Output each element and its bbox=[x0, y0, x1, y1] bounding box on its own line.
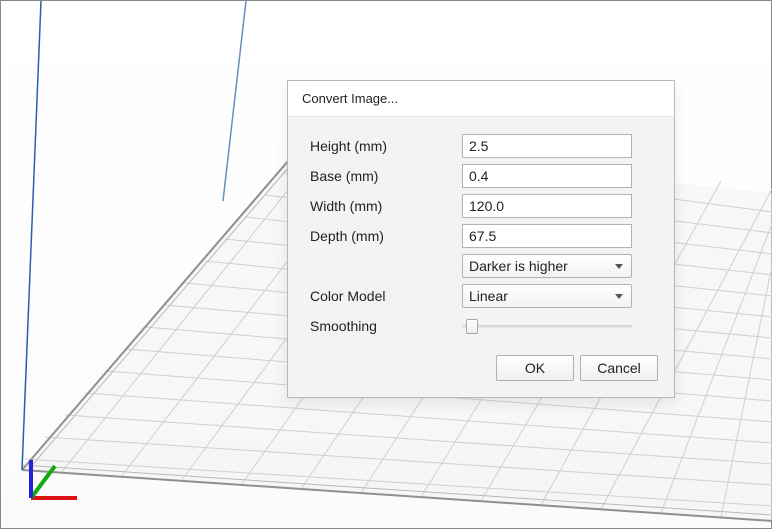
dialog-titlebar[interactable]: Convert Image... bbox=[288, 81, 674, 117]
row-depth: Depth (mm) bbox=[310, 221, 658, 251]
chevron-down-icon bbox=[615, 294, 623, 299]
slider-track bbox=[462, 325, 632, 328]
row-mapping: Darker is higher bbox=[310, 251, 658, 281]
slider-thumb[interactable] bbox=[466, 319, 478, 334]
ok-button[interactable]: OK bbox=[496, 355, 574, 381]
base-label: Base (mm) bbox=[310, 168, 462, 184]
height-label: Height (mm) bbox=[310, 138, 462, 154]
row-height: Height (mm) bbox=[310, 131, 658, 161]
color-model-label: Color Model bbox=[310, 288, 462, 304]
base-input[interactable] bbox=[462, 164, 632, 188]
depth-label: Depth (mm) bbox=[310, 228, 462, 244]
dialog-title: Convert Image... bbox=[302, 91, 398, 106]
axis-gizmo bbox=[21, 430, 101, 510]
chevron-down-icon bbox=[615, 264, 623, 269]
convert-image-dialog: Convert Image... Height (mm) Base (mm) W… bbox=[287, 80, 675, 398]
color-model-value: Linear bbox=[469, 288, 508, 304]
dialog-body: Height (mm) Base (mm) Width (mm) Depth (… bbox=[288, 117, 674, 397]
smoothing-label: Smoothing bbox=[310, 318, 462, 334]
row-base: Base (mm) bbox=[310, 161, 658, 191]
height-input[interactable] bbox=[462, 134, 632, 158]
cancel-button[interactable]: Cancel bbox=[580, 355, 658, 381]
mapping-select[interactable]: Darker is higher bbox=[462, 254, 632, 278]
mapping-value: Darker is higher bbox=[469, 258, 568, 274]
width-input[interactable] bbox=[462, 194, 632, 218]
depth-input[interactable] bbox=[462, 224, 632, 248]
color-model-select[interactable]: Linear bbox=[462, 284, 632, 308]
viewport-3d[interactable]: Convert Image... Height (mm) Base (mm) W… bbox=[0, 0, 772, 529]
row-color-model: Color Model Linear bbox=[310, 281, 658, 311]
row-width: Width (mm) bbox=[310, 191, 658, 221]
row-smoothing: Smoothing bbox=[310, 311, 658, 341]
dialog-buttons: OK Cancel bbox=[310, 341, 658, 381]
width-label: Width (mm) bbox=[310, 198, 462, 214]
smoothing-slider[interactable] bbox=[462, 314, 632, 338]
